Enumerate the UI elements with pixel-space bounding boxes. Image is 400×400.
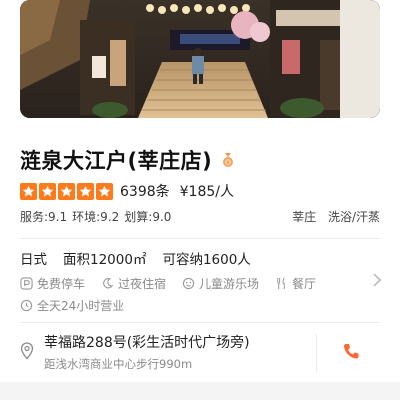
star-icon (39, 182, 56, 200)
parking-icon (20, 276, 33, 290)
style-info: 日式 (20, 252, 47, 268)
avg-price: ¥185/人 (179, 184, 234, 200)
facility-parking: 免费停车 (20, 275, 85, 292)
star-icon (58, 182, 75, 200)
distance-hint: 距浅水湾商业中心步行990m (44, 357, 193, 371)
facilities-row[interactable]: 免费停车 过夜住宿 儿童游乐场 餐厅 (20, 274, 332, 292)
store-photo[interactable] (20, 0, 380, 118)
divider (20, 238, 380, 239)
divider (20, 322, 380, 323)
restaurant-icon (277, 277, 285, 289)
business-hours: 全天24小时营业 (37, 298, 125, 313)
address-row[interactable]: 莘福路288号(彩生活时代广场旁) 距浅水湾商业中心步行990m (20, 330, 380, 376)
shop-name: 涟泉大江户(莘庄店) (20, 149, 213, 173)
star-icon (77, 182, 94, 200)
star-icon (20, 182, 37, 200)
hours-row: 全天24小时营业 (20, 296, 124, 314)
chevron-right-icon[interactable] (372, 272, 382, 288)
moon-icon (103, 277, 114, 288)
facility-label: 儿童游乐场 (199, 276, 260, 291)
category-tag[interactable]: 洗浴/汗蒸 (328, 210, 380, 224)
review-count[interactable]: 6398条 (120, 181, 170, 201)
phone-icon[interactable] (342, 342, 360, 360)
facility-overnight: 过夜住宿 (101, 275, 166, 292)
svg-text:V: V (227, 160, 230, 165)
rating-row: 6398条 ¥185/人 (20, 180, 234, 202)
area-info: 面积12000㎡ (63, 252, 147, 268)
value-score: 划算:9.0 (124, 210, 172, 224)
store-photo-illustration (20, 0, 380, 118)
facility-label: 餐厅 (292, 276, 317, 291)
service-score: 服务:9.1 (20, 210, 68, 224)
section-gap (0, 382, 400, 400)
facility-label: 过夜住宿 (118, 276, 167, 291)
area-tag[interactable]: 莘庄 (292, 210, 316, 224)
environment-score: 环境:9.2 (72, 210, 120, 224)
medal-icon[interactable]: V (220, 152, 236, 168)
vertical-divider (316, 334, 317, 372)
star-rating (20, 182, 113, 200)
title-row: 涟泉大江户(莘庄店) V (20, 146, 236, 174)
facility-kids: 儿童游乐场 (182, 275, 259, 292)
clock-icon (20, 299, 33, 311)
facility-label: 免费停车 (37, 276, 86, 291)
sub-scores: 服务:9.1 环境:9.2 划算:9.0 (20, 208, 176, 228)
category-tags: 莘庄 洗浴/汗蒸 (284, 208, 380, 228)
location-pin-icon (20, 342, 34, 360)
star-icon (96, 182, 113, 200)
facility-restaurant: 餐厅 (275, 275, 316, 292)
kids-icon (182, 277, 195, 289)
address-line[interactable]: 莘福路288号(彩生活时代广场旁) (44, 332, 250, 352)
scores-row: 服务:9.1 环境:9.2 划算:9.0 莘庄 洗浴/汗蒸 (20, 208, 380, 228)
info-row[interactable]: 日式 面积12000㎡ 可容纳1600人 (20, 248, 267, 268)
capacity-info: 可容纳1600人 (162, 252, 251, 268)
